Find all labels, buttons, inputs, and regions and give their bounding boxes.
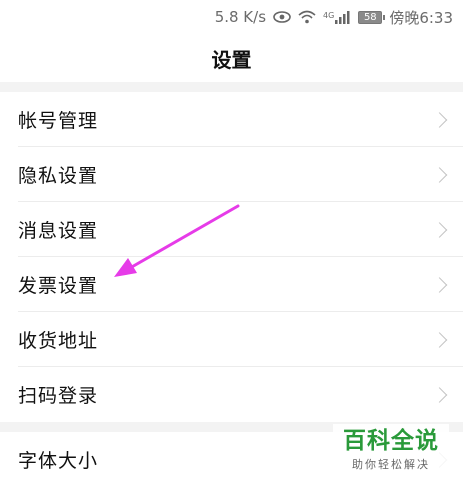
chevron-right-icon: [431, 276, 448, 293]
settings-item-label: 收货地址: [18, 330, 99, 352]
chevron-right-icon: [431, 331, 448, 348]
section-divider: [0, 82, 463, 92]
settings-item-messages[interactable]: 消息设置: [0, 202, 463, 257]
watermark-title: 百科全说: [343, 428, 439, 454]
clock: 傍晚6:33: [389, 8, 453, 27]
settings-item-label: 隐私设置: [18, 165, 99, 187]
settings-item-label: 帐号管理: [18, 110, 99, 132]
eye-icon: [273, 11, 291, 23]
watermark-logo: 百科全说 助你轻松解决: [333, 424, 449, 476]
settings-item-label: 消息设置: [18, 220, 99, 242]
chevron-right-icon: [431, 111, 448, 128]
status-bar: 5.8 K/s 4G 58 傍晚6:33: [0, 0, 463, 34]
page-title: 设置: [211, 47, 252, 72]
settings-item-invoice[interactable]: 发票设置: [0, 257, 463, 312]
chevron-right-icon: [431, 221, 448, 238]
settings-item-scan-login[interactable]: 扫码登录: [0, 367, 463, 422]
wifi-icon: [298, 10, 316, 24]
battery-level: 58: [358, 10, 386, 24]
chevron-right-icon: [431, 386, 448, 403]
settings-item-account[interactable]: 帐号管理: [0, 92, 463, 147]
watermark-subtitle: 助你轻松解决: [352, 458, 430, 471]
chevron-right-icon: [431, 166, 448, 183]
settings-item-label: 扫码登录: [18, 385, 99, 407]
battery-icon: 58: [358, 10, 386, 24]
settings-item-label: 字体大小: [18, 450, 99, 472]
network-type: 4G: [323, 10, 335, 20]
settings-item-address[interactable]: 收货地址: [0, 312, 463, 367]
settings-group-main: 帐号管理 隐私设置 消息设置 发票设置 收货地址 扫码登录: [0, 92, 463, 422]
settings-item-privacy[interactable]: 隐私设置: [0, 147, 463, 202]
settings-item-label: 发票设置: [18, 275, 99, 297]
network-speed: 5.8 K/s: [214, 8, 267, 26]
cellular-signal-icon: 4G: [323, 10, 351, 24]
